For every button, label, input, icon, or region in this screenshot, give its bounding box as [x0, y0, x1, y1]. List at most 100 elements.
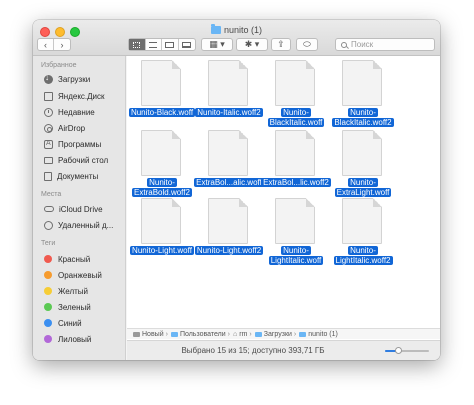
file-item[interactable]: Nunito-BlackItalic.woff: [261, 58, 331, 128]
list-icon: [149, 41, 158, 48]
columns-icon: [165, 41, 175, 48]
clock-icon: [44, 107, 53, 117]
folder-icon: [210, 24, 221, 34]
file-item[interactable]: Nunito-ExtraLight.woff: [328, 128, 398, 198]
sidebar-tag-blue[interactable]: Синий: [44, 317, 82, 329]
file-name: Nunito-ExtraLight.woff: [334, 178, 392, 197]
file-item[interactable]: Nunito-LightItalic.woff: [261, 196, 331, 266]
file-grid: Nunito-Black.woff Nunito-Italic.woff2 Nu…: [127, 56, 440, 348]
status-text: Выбрано 15 из 15; доступно 393,71 ГБ: [181, 346, 325, 355]
path-item[interactable]: Пользователи: [180, 331, 226, 338]
sidebar-tag-yellow[interactable]: Желтый: [44, 285, 88, 297]
sidebar-item-desktop[interactable]: Рабочий стол: [44, 154, 108, 166]
document-icon: [342, 130, 382, 176]
file-item[interactable]: Nunito-LightItalic.woff2: [328, 196, 398, 266]
slider-knob[interactable]: [395, 347, 403, 354]
file-item[interactable]: Nunito-BlackItalic.woff2: [328, 58, 398, 128]
search-field[interactable]: Поиск: [335, 38, 435, 51]
file-item[interactable]: ExtraBol...lic.woff2: [261, 128, 331, 198]
document-icon: [208, 198, 248, 244]
file-name: Nunito-Black.woff: [128, 108, 196, 117]
download-icon: [44, 73, 53, 84]
path-item[interactable]: rm: [239, 331, 247, 338]
forward-button[interactable]: ›: [54, 39, 70, 50]
sidebar-item-remote-disk[interactable]: Удаленный д...: [44, 219, 113, 231]
sidebar-tag-red[interactable]: Красный: [44, 253, 90, 265]
file-name: Nunito-LightItalic.woff: [268, 246, 324, 265]
file-item[interactable]: Nunito-Light.woff2: [194, 196, 264, 266]
folder-icon: [170, 331, 178, 337]
sidebar-item-yandex-disk[interactable]: Яндекс.Диск: [44, 90, 105, 102]
icon-size-slider[interactable]: [385, 347, 429, 354]
desktop-icon: [44, 156, 53, 164]
back-button[interactable]: ‹: [38, 39, 55, 50]
path-item[interactable]: Загрузки: [264, 331, 292, 338]
file-name: Nunito-BlackItalic.woff: [267, 108, 325, 127]
list-view-button[interactable]: [146, 39, 162, 50]
sidebar-item-documents[interactable]: Документы: [44, 170, 98, 182]
sidebar-item-downloads[interactable]: Загрузки: [44, 73, 90, 85]
red-tag-icon: [44, 255, 52, 263]
disk-icon: [44, 91, 53, 101]
hard-drive-icon: [133, 331, 140, 337]
file-item[interactable]: Nunito-Italic.woff2: [194, 58, 264, 128]
tag-button[interactable]: ⬭: [296, 38, 318, 51]
column-view-button[interactable]: [162, 39, 179, 50]
document-icon: [208, 60, 248, 106]
sidebar-item-airdrop[interactable]: AirDrop: [44, 122, 85, 134]
titlebar: nunito (1) ‹ › ▦ ▾ ✱ ▾ ⇪ ⬭ Поиск: [33, 20, 440, 56]
document-icon: [141, 60, 181, 106]
yellow-tag-icon: [44, 287, 52, 295]
sidebar-tag-green[interactable]: Зеленый: [44, 301, 91, 313]
airdrop-icon: [44, 123, 53, 133]
action-button[interactable]: ✱ ▾: [236, 38, 268, 51]
file-item[interactable]: Nunito-ExtraBold.woff2: [127, 128, 197, 198]
path-item[interactable]: Новый: [142, 331, 164, 338]
gallery-icon: [182, 41, 192, 48]
search-icon: [341, 41, 347, 48]
document-icon: [275, 198, 315, 244]
window-title: nunito (1): [33, 24, 440, 35]
blue-tag-icon: [44, 319, 52, 327]
chevron-right-icon: ›: [227, 330, 230, 338]
cloud-icon: [44, 206, 54, 212]
view-switcher: [128, 38, 196, 51]
share-button[interactable]: ⇪: [271, 38, 291, 51]
icon-view-button[interactable]: [129, 39, 146, 50]
purple-tag-icon: [44, 335, 52, 343]
sidebar: Избранное Загрузки Яндекс.Диск Недавние …: [33, 56, 126, 360]
document-icon: [342, 198, 382, 244]
grid-icon: [133, 41, 141, 48]
home-icon: ⌂: [233, 330, 238, 338]
folder-icon: [254, 331, 262, 337]
path-bar: Новый › Пользователи › ⌂ rm › Загрузки › …: [127, 328, 440, 339]
green-tag-icon: [44, 303, 52, 311]
chevron-right-icon: ›: [165, 330, 168, 338]
applications-icon: [44, 139, 53, 149]
remote-disk-icon: [44, 220, 53, 230]
document-icon: [141, 130, 181, 176]
chevron-right-icon: ›: [249, 330, 252, 338]
sidebar-tag-orange[interactable]: Оранжевый: [44, 269, 102, 281]
file-name: Nunito-LightItalic.woff2: [333, 246, 393, 265]
folder-icon: [299, 331, 307, 337]
document-icon: [141, 198, 181, 244]
sidebar-item-applications[interactable]: Программы: [44, 138, 101, 150]
file-name: Nunito-ExtraBold.woff2: [132, 178, 192, 197]
orange-tag-icon: [44, 271, 52, 279]
file-name: Nunito-BlackItalic.woff2: [332, 108, 394, 127]
chevron-right-icon: ›: [293, 330, 297, 338]
file-item[interactable]: Nunito-Light.woff: [127, 196, 197, 266]
sidebar-tag-purple[interactable]: Лиловый: [44, 333, 91, 345]
sidebar-item-recents[interactable]: Недавние: [44, 106, 95, 118]
document-icon: [275, 60, 315, 106]
sidebar-item-icloud-drive[interactable]: iCloud Drive: [44, 203, 103, 215]
nav-buttons: ‹ ›: [37, 38, 71, 51]
file-item[interactable]: ExtraBol...alic.woff: [194, 128, 264, 198]
documents-icon: [44, 171, 52, 181]
gallery-view-button[interactable]: [179, 39, 195, 50]
group-button[interactable]: ▦ ▾: [201, 38, 233, 51]
file-item[interactable]: Nunito-Black.woff: [127, 58, 197, 128]
document-icon: [342, 60, 382, 106]
path-item[interactable]: nunito (1): [308, 331, 338, 338]
